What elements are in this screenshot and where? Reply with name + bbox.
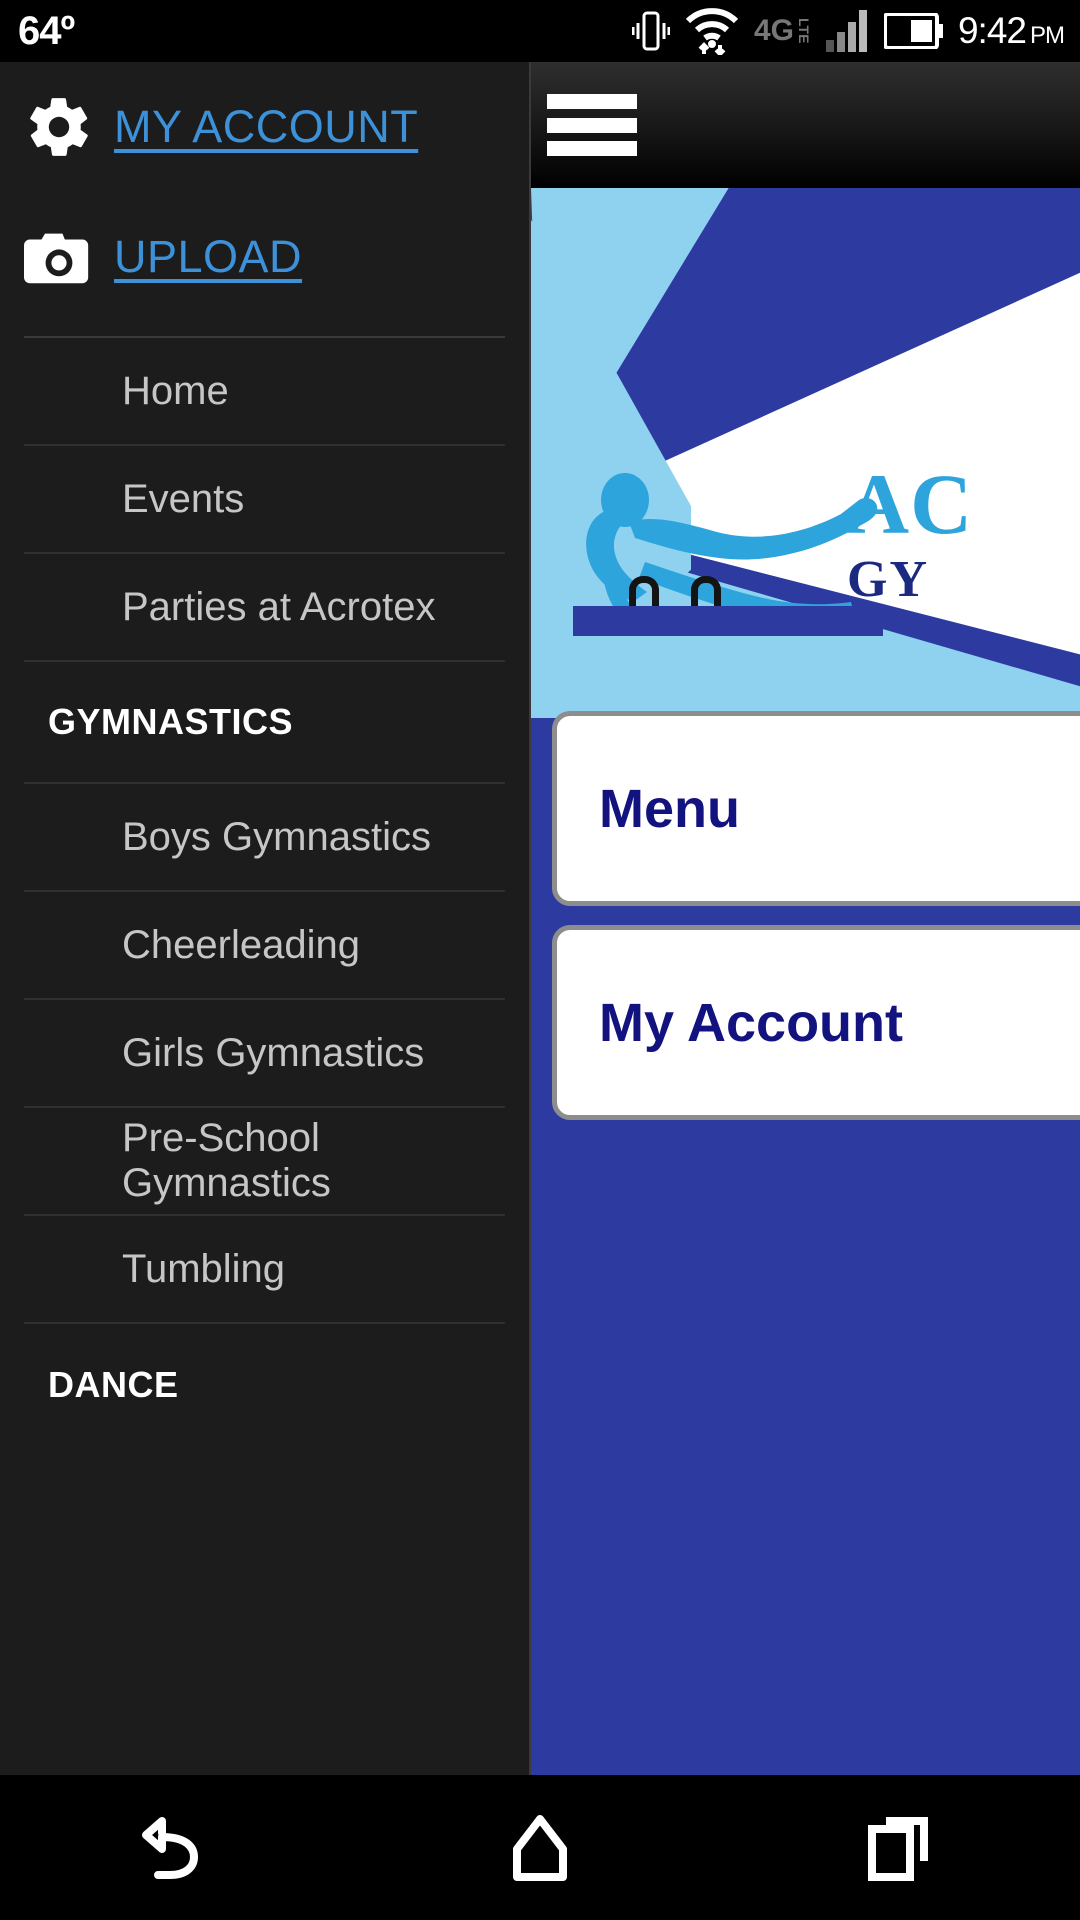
drawer-upload-label: UPLOAD: [114, 231, 303, 282]
status-bar: 64º 4G LTE 9:42 PM: [0, 0, 1080, 62]
status-icons: 4G LTE 9:42 PM: [631, 7, 1080, 55]
drawer-menu-item-label: Pre-School Gymnastics: [122, 1116, 331, 1205]
drawer-menu-item-label: Tumbling: [122, 1246, 286, 1291]
drawer-menu-item[interactable]: Tumbling: [24, 1216, 505, 1324]
drawer-menu-item-label: Boys Gymnastics: [122, 814, 431, 859]
network-sub-label: LTE: [795, 18, 812, 44]
site-logo-banner: AC GY: [531, 188, 1080, 718]
signal-bars-icon: [825, 10, 870, 52]
menu-button-label: Menu: [599, 778, 740, 839]
home-icon: [513, 1814, 567, 1881]
drawer-section-heading-label: DANCE: [48, 1364, 179, 1405]
drawer-my-account-label: MY ACCOUNT: [114, 101, 419, 152]
drawer-section-heading: GYMNASTICS: [24, 662, 505, 784]
recents-button[interactable]: [840, 1798, 960, 1898]
drawer-section-heading: DANCE: [24, 1324, 505, 1446]
drawer-menu-item[interactable]: Cheerleading: [24, 892, 505, 1000]
wifi-icon: [684, 7, 740, 55]
drawer-menu-item-label: Parties at Acrotex: [122, 584, 436, 629]
menu-button[interactable]: Menu: [552, 711, 1080, 906]
my-account-button[interactable]: My Account: [552, 925, 1080, 1120]
drawer-menu-item[interactable]: Events: [24, 446, 505, 554]
system-navigation-bar: [0, 1775, 1080, 1920]
back-icon: [142, 1816, 198, 1879]
battery-icon: [883, 13, 944, 49]
pommel-handle-left: [629, 576, 659, 610]
home-button[interactable]: [480, 1798, 600, 1898]
drawer-menu-item[interactable]: Parties at Acrotex: [24, 554, 505, 662]
webview-content: AC GY Menu My Account: [531, 62, 1080, 1775]
drawer-menu-item[interactable]: Pre-School Gymnastics: [24, 1108, 505, 1216]
clock: 9:42 PM: [957, 10, 1065, 52]
drawer-upload-link[interactable]: UPLOAD: [0, 192, 529, 322]
pommel-horse-bar: [573, 606, 883, 636]
drawer-menu-item-label: Home: [122, 368, 229, 413]
my-account-button-label: My Account: [599, 992, 904, 1053]
drawer-menu-item[interactable]: Boys Gymnastics: [24, 784, 505, 892]
drawer-my-account-link[interactable]: MY ACCOUNT: [0, 62, 529, 192]
site-header-bar: [531, 62, 1080, 188]
drawer-menu-list: Home Events Parties at Acrotex GYMNASTICS Bo…: [0, 338, 529, 1446]
drawer-section-heading-label: GYMNASTICS: [48, 701, 294, 742]
navigation-drawer: MY ACCOUNT UPLOAD Home Events Parties at A…: [0, 62, 531, 1775]
clock-time: 9:42: [957, 10, 1027, 51]
camera-icon: [24, 233, 89, 284]
4g-lte-icon: 4G LTE: [754, 14, 812, 48]
recents-icon: [868, 1816, 928, 1881]
drawer-menu-item-label: Girls Gymnastics: [122, 1030, 425, 1075]
logo-wordmark: AC GY: [847, 456, 974, 608]
gear-icon: [30, 98, 88, 156]
clock-meridiem: PM: [1030, 22, 1065, 49]
logo-wordmark-primary: AC: [847, 456, 974, 552]
vibrate-icon: [631, 9, 670, 53]
temperature-indicator: 64º: [18, 9, 75, 53]
drawer-menu-item[interactable]: Home: [24, 338, 505, 446]
phone-screen: 64º 4G LTE 9:42 PM AC GY Menu My Account…: [0, 0, 1080, 1920]
back-button[interactable]: [120, 1798, 240, 1898]
pommel-handle-right: [691, 576, 721, 610]
hamburger-menu-icon[interactable]: [547, 94, 637, 156]
drawer-menu-item[interactable]: Girls Gymnastics: [24, 1000, 505, 1108]
network-type-label: 4G: [753, 14, 794, 47]
drawer-menu-item-label: Events: [122, 476, 245, 521]
drawer-menu-item-label: Cheerleading: [122, 922, 360, 967]
logo-wordmark-secondary: GY: [847, 550, 929, 608]
